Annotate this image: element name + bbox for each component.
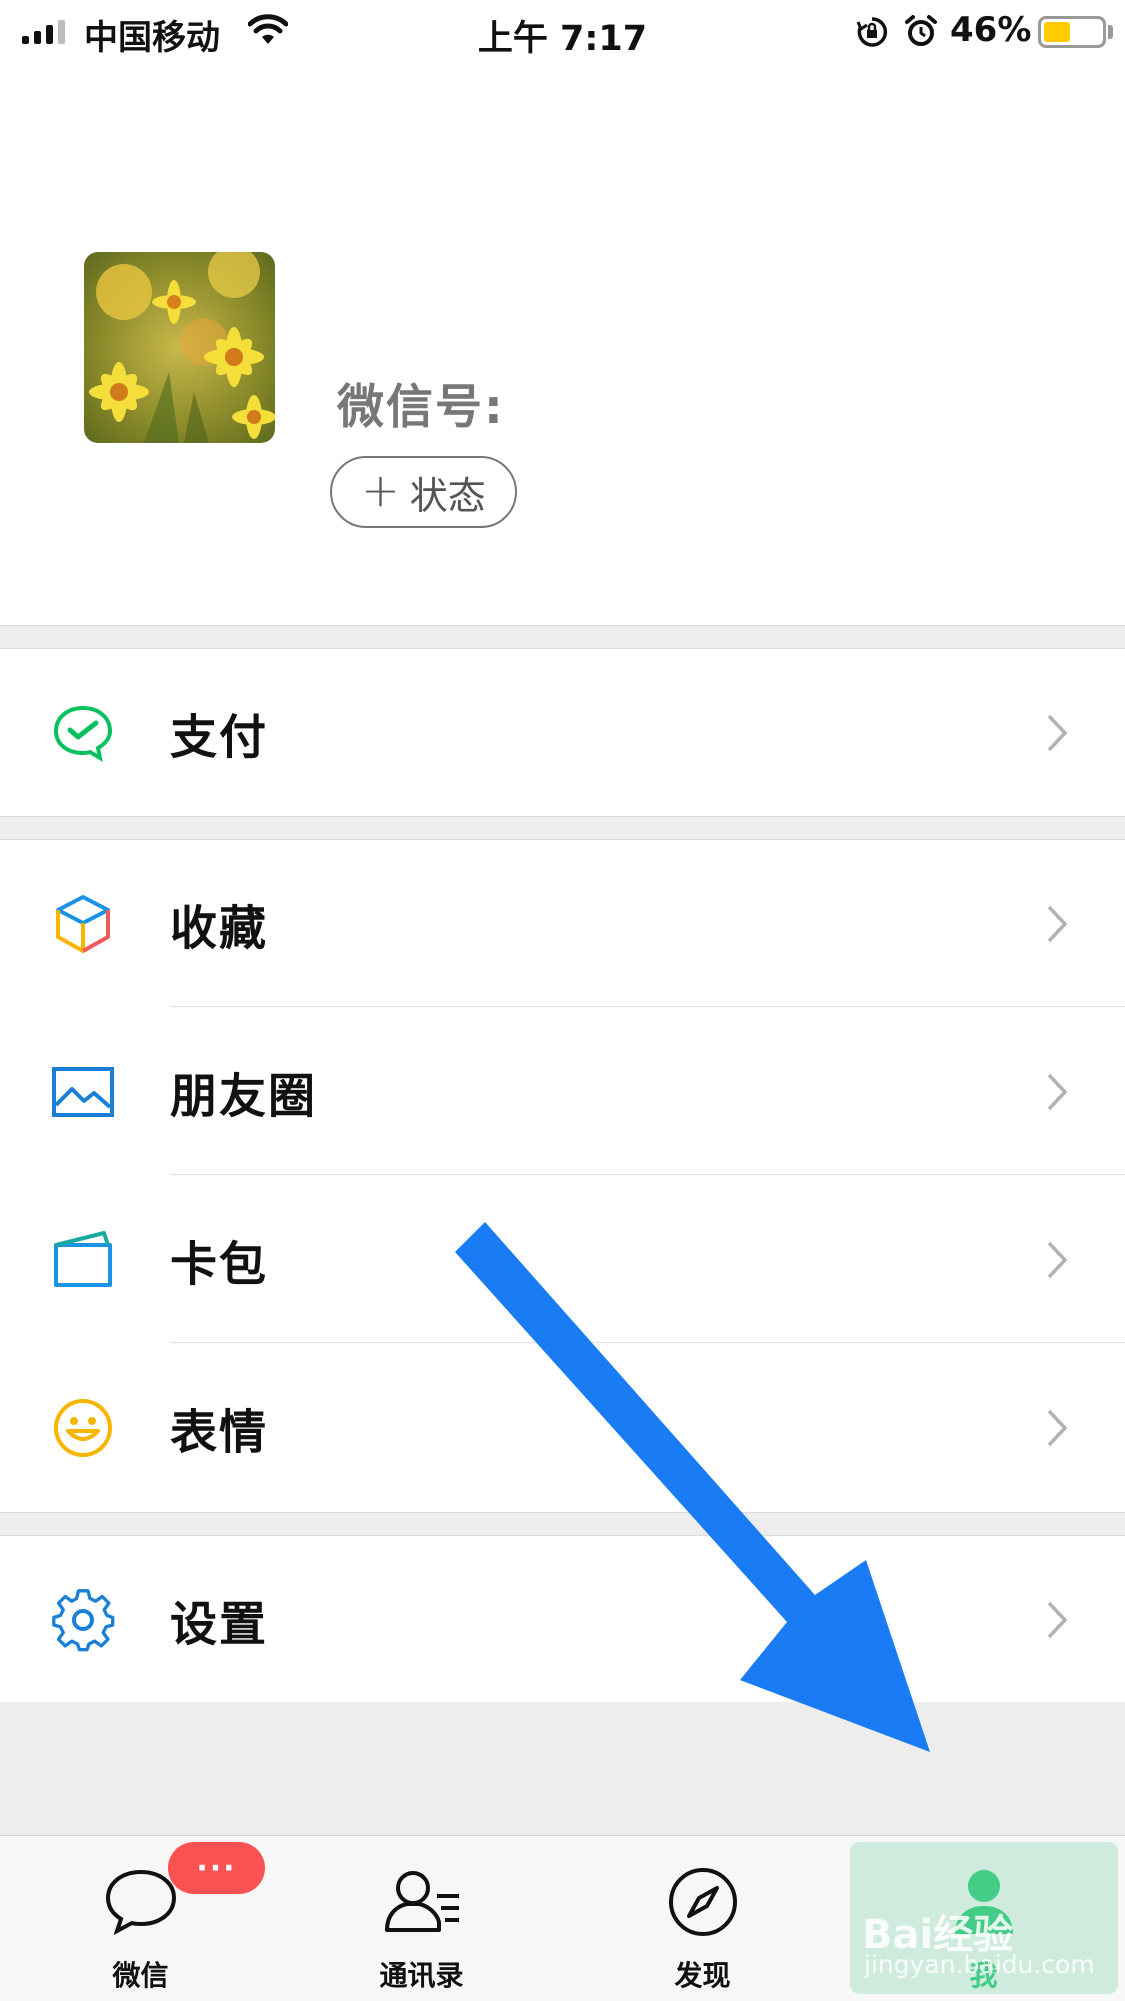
battery-icon [1038,16,1106,48]
rotation-lock-icon [856,17,888,47]
menu-item-moments[interactable]: 朋友圈 [0,1008,1125,1175]
card-wallet-icon [54,1230,112,1287]
chevron-right-icon [1047,905,1068,942]
avatar[interactable] [84,252,275,443]
chat-bubble-icon [105,1869,176,1936]
alarm-icon [905,15,937,46]
smiley-icon [54,1398,112,1457]
row-divider [170,1174,1125,1175]
menu-item-label: 支付 [170,710,268,765]
wechat-pay-icon [53,705,113,762]
tab-label: 发现 [674,1959,731,1992]
plus-icon: + [361,463,400,517]
tab-contacts[interactable]: 通讯录 [281,1836,562,2001]
status-button-label: 状态 [409,473,486,518]
battery-tip [1108,25,1113,39]
unread-badge: ··· [168,1842,265,1894]
chevron-right-icon [1047,1073,1068,1110]
section-gap [0,1512,1125,1536]
menu-item-pay[interactable]: 支付 [0,649,1125,816]
menu-item-favorites[interactable]: 收藏 [0,840,1125,1007]
menu-item-label: 卡包 [170,1237,268,1292]
tab-label: 通讯录 [379,1959,464,1992]
battery-percent: 46% [950,10,1032,50]
chevron-right-icon [1047,1409,1068,1446]
baidu-jingyan-watermark: Bai经验 jingyan.baidu.com [850,1842,1118,1994]
tab-label: 微信 [112,1959,169,1992]
gear-icon [52,1588,115,1651]
tab-discover[interactable]: 发现 [562,1836,843,2001]
add-status-button[interactable]: + 状态 [330,456,517,528]
compass-icon [668,1868,737,1936]
menu-item-label: 表情 [170,1405,268,1460]
empty-background [0,1702,1125,1835]
menu-item-stickers[interactable]: 表情 [0,1344,1125,1511]
wechat-id-label: 微信号: [337,380,505,435]
avatar-flowers-image [84,252,275,443]
status-bar: 中国移动 上午 7:17 46% [0,0,1125,62]
menu-item-label: 收藏 [170,901,268,956]
menu-item-card-wallet[interactable]: 卡包 [0,1176,1125,1343]
moments-picture-icon [52,1066,114,1117]
section-gap [0,816,1125,840]
favorites-cube-icon [56,894,110,953]
contacts-icon [384,1871,459,1932]
menu-item-label: 设置 [170,1597,268,1652]
menu-item-settings[interactable]: 设置 [0,1536,1125,1703]
chevron-right-icon [1047,1601,1068,1638]
chevron-right-icon [1047,714,1068,751]
watermark-url-text: jingyan.baidu.com [864,1950,1095,1979]
battery-fill [1044,22,1070,42]
row-divider [170,1342,1125,1343]
tab-chats[interactable]: 微信 ··· [0,1836,281,2001]
row-divider [170,1006,1125,1007]
section-gap [0,625,1125,649]
profile-header[interactable]: 微信号: + 状态 [0,62,1125,625]
menu-item-label: 朋友圈 [170,1069,317,1124]
chevron-right-icon [1047,1241,1068,1278]
